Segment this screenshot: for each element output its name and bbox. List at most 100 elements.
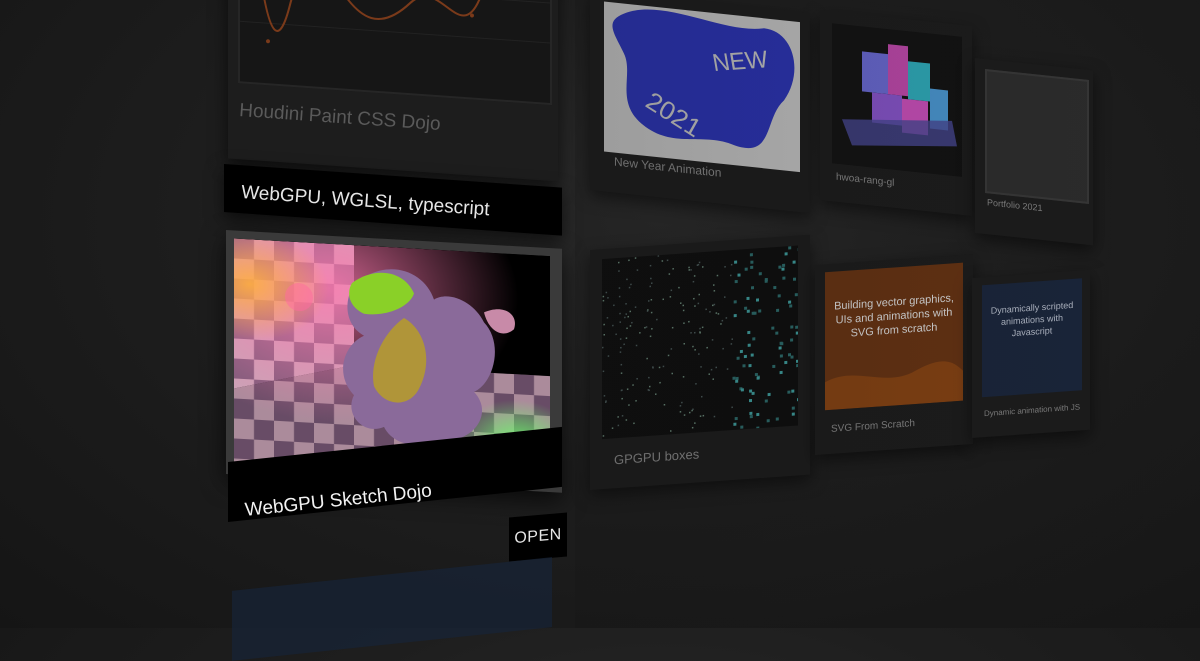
- hwoa-rang-thumbnail: [832, 23, 962, 177]
- particle: [659, 367, 661, 369]
- dynamic-anim-thumb-text: Dynamically scripted animations with Jav…: [988, 299, 1076, 341]
- particle: [750, 261, 753, 264]
- particle: [790, 325, 793, 328]
- particle: [776, 309, 779, 312]
- particle: [727, 368, 729, 370]
- particle: [782, 277, 785, 280]
- particle: [680, 411, 682, 413]
- particle: [648, 300, 650, 302]
- particle: [605, 401, 607, 403]
- particle: [697, 264, 699, 266]
- portfolio-thumbnail: [985, 69, 1089, 204]
- particle: [670, 296, 672, 298]
- particle: [782, 267, 785, 270]
- particle: [718, 313, 720, 315]
- particle: [658, 255, 660, 257]
- particle: [621, 364, 623, 366]
- particle: [735, 417, 738, 420]
- particle: [749, 412, 752, 415]
- houdini-thumbnail: [238, 0, 552, 105]
- particle: [632, 384, 634, 386]
- particle: [731, 407, 733, 409]
- particle: [752, 337, 755, 340]
- particle: [788, 301, 791, 304]
- particle: [680, 405, 682, 407]
- particle: [618, 425, 620, 427]
- next-card-partial[interactable]: [232, 557, 552, 661]
- particle: [744, 307, 747, 310]
- particle: [709, 311, 711, 313]
- particle: [751, 353, 754, 356]
- particle: [650, 286, 652, 288]
- portfolio-title: Portfolio 2021: [987, 197, 1043, 213]
- particle: [650, 278, 652, 280]
- particle: [630, 325, 632, 327]
- particle: [693, 281, 695, 283]
- particle: [778, 266, 781, 269]
- particle: [694, 275, 696, 277]
- particle: [651, 282, 653, 284]
- particle: [607, 317, 609, 319]
- new-year-card[interactable]: NEW 2021 New Year Animation: [590, 0, 810, 213]
- particle: [626, 313, 628, 315]
- particle: [796, 331, 798, 334]
- particle: [714, 290, 716, 292]
- particle: [735, 380, 738, 383]
- particle: [633, 422, 635, 424]
- particle: [635, 257, 637, 259]
- particle: [652, 367, 654, 369]
- particle: [705, 309, 707, 311]
- particle: [620, 347, 622, 349]
- particle: [724, 296, 726, 298]
- houdini-card[interactable]: [228, 0, 558, 182]
- particle: [635, 400, 637, 402]
- particle: [668, 355, 670, 357]
- particle: [793, 261, 796, 264]
- particle: [664, 404, 666, 406]
- particle: [775, 332, 778, 335]
- particle: [626, 279, 628, 281]
- particle: [628, 316, 630, 318]
- particle: [780, 342, 783, 345]
- particle: [625, 303, 627, 305]
- particle: [626, 328, 628, 330]
- particle: [656, 319, 658, 321]
- particle: [689, 269, 691, 271]
- gpgpu-card[interactable]: GPGPU boxes: [590, 235, 810, 490]
- svg-scratch-card[interactable]: Building vector graphics, UIs and animat…: [815, 254, 973, 455]
- particle: [773, 286, 776, 289]
- particle: [750, 415, 753, 418]
- particle: [706, 347, 708, 349]
- particle: [621, 389, 623, 391]
- dynamic-anim-card[interactable]: Dynamically scripted animations with Jav…: [972, 270, 1090, 438]
- particle: [621, 398, 623, 400]
- particle: [732, 338, 734, 340]
- particle: [647, 310, 649, 312]
- particle: [788, 246, 791, 249]
- particle: [759, 272, 762, 275]
- particle: [795, 326, 798, 329]
- particle: [698, 303, 700, 305]
- hwoa-rang-card[interactable]: hwoa-rang-gl: [820, 10, 972, 216]
- particle: [628, 260, 630, 262]
- particle: [683, 310, 685, 312]
- particle: [795, 293, 798, 296]
- particle: [631, 322, 633, 324]
- particle: [627, 388, 629, 390]
- particle: [650, 265, 652, 267]
- particle: [758, 309, 761, 312]
- particle: [672, 373, 674, 375]
- portfolio-card[interactable]: Portfolio 2021: [975, 58, 1093, 245]
- particle: [796, 360, 798, 363]
- particle: [793, 278, 796, 281]
- particle: [651, 328, 653, 330]
- particle: [726, 317, 728, 319]
- svg-scratch-title: SVG From Scratch: [831, 418, 915, 435]
- particle: [655, 393, 657, 395]
- particle: [756, 298, 759, 301]
- open-button[interactable]: OPEN: [509, 512, 567, 561]
- particle: [765, 399, 768, 402]
- particle: [776, 417, 779, 420]
- particle: [694, 422, 696, 424]
- particle: [734, 314, 737, 317]
